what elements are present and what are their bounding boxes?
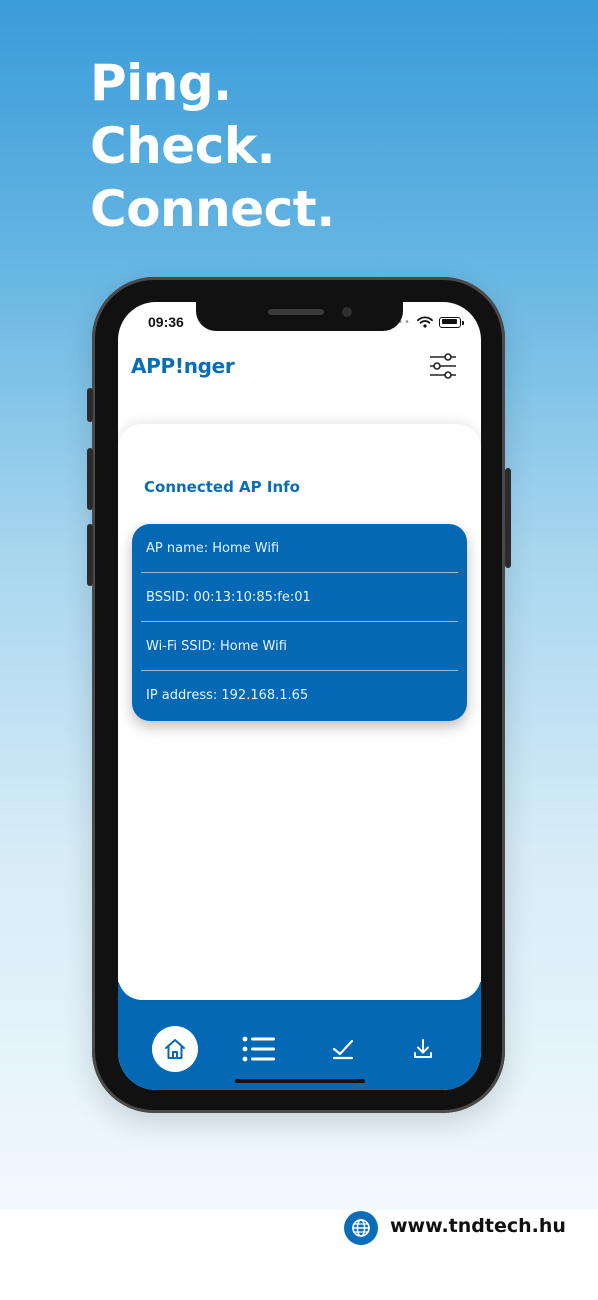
ap-name-row: AP name: Home Wifi: [141, 524, 458, 573]
home-icon: [165, 1039, 185, 1059]
battery-icon: [439, 316, 464, 328]
headline-line-connect: Connect.: [90, 180, 335, 238]
headline: Ping. Check. Connect.: [90, 52, 335, 241]
list-icon: [242, 1036, 275, 1062]
tab-list[interactable]: [236, 1026, 282, 1072]
download-icon: [414, 1039, 432, 1058]
tab-check[interactable]: [320, 1026, 366, 1072]
ap-info-card: AP name: Home Wifi BSSID: 00:13:10:85:fe…: [132, 524, 467, 721]
globe-icon: [352, 1219, 370, 1237]
sliders-icon: [430, 353, 456, 379]
app-logo: APP!nger: [131, 354, 235, 378]
wifi-icon: [417, 316, 433, 328]
bssid-row: BSSID: 00:13:10:85:fe:01: [141, 573, 458, 622]
website-link[interactable]: www.tndtech.hu: [390, 1215, 566, 1237]
content-card: Connected AP Info AP name: Home Wifi BSS…: [118, 424, 481, 1000]
section-title: Connected AP Info: [144, 478, 300, 496]
power-button: [505, 468, 511, 568]
front-camera: [342, 307, 352, 317]
volume-down-button: [87, 524, 93, 586]
mute-switch: [87, 388, 93, 422]
speaker-grille: [268, 309, 324, 315]
ip-address-row: IP address: 192.168.1.65: [146, 688, 309, 703]
home-indicator[interactable]: [235, 1079, 365, 1083]
status-time: 09:36: [148, 314, 184, 330]
tab-download[interactable]: [400, 1026, 446, 1072]
phone-notch: [196, 300, 403, 331]
filter-settings-button[interactable]: [429, 352, 457, 380]
tab-home[interactable]: [152, 1026, 198, 1072]
footer-globe-badge: [344, 1211, 378, 1245]
headline-line-check: Check.: [90, 117, 276, 175]
headline-line-ping: Ping.: [90, 54, 232, 112]
check-icon: [332, 1039, 354, 1060]
phone-screen: 09:36 •••• APP!nger Connected AP Info AP…: [118, 302, 481, 1090]
volume-up-button: [87, 448, 93, 510]
wifi-ssid-row: Wi-Fi SSID: Home Wifi: [141, 622, 458, 671]
